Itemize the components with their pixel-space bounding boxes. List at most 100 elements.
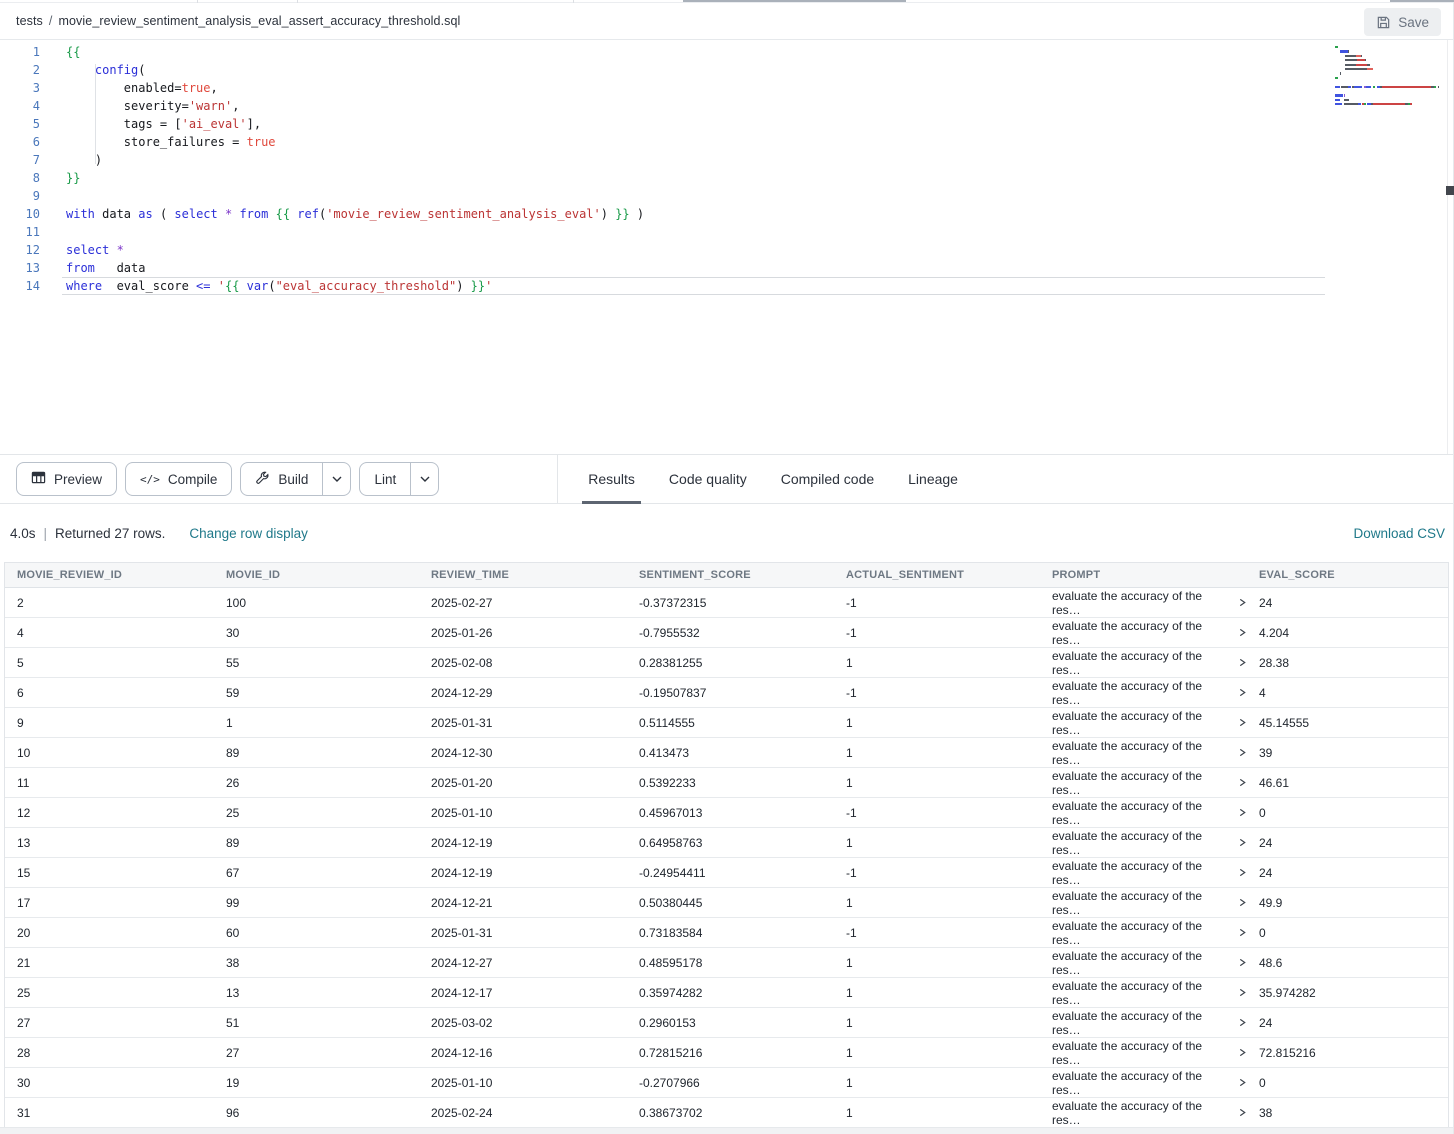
cell-review_time: 2024-12-19 xyxy=(419,858,627,887)
cell-movie_review_id: 20 xyxy=(5,918,214,947)
breadcrumb: tests/movie_review_sentiment_analysis_ev… xyxy=(16,14,460,28)
cell-eval_score: 48.6 xyxy=(1247,948,1448,977)
change-row-display-link[interactable]: Change row display xyxy=(189,526,308,541)
download-csv-link[interactable]: Download CSV xyxy=(1353,526,1445,541)
prompt-cell[interactable]: evaluate the accuracy of the res… xyxy=(1040,768,1247,797)
editor-scrollbar-thumb[interactable] xyxy=(1446,186,1454,195)
prompt-cell[interactable]: evaluate the accuracy of the res… xyxy=(1040,798,1247,827)
cell-movie_id: 26 xyxy=(214,768,419,797)
cell-movie_id: 67 xyxy=(214,858,419,887)
code-editor[interactable]: 1{{2 config(3 enabled=true,4 severity='w… xyxy=(0,40,1453,454)
prompt-cell[interactable]: evaluate the accuracy of the res… xyxy=(1040,588,1247,617)
results-table-header: MOVIE_REVIEW_IDMOVIE_IDREVIEW_TIMESENTIM… xyxy=(5,563,1448,588)
cell-movie_review_id: 11 xyxy=(5,768,214,797)
prompt-preview-text: evaluate the accuracy of the res… xyxy=(1052,919,1230,947)
expand-prompt-icon[interactable] xyxy=(1236,656,1247,670)
expand-prompt-icon[interactable] xyxy=(1236,746,1247,760)
expand-prompt-icon[interactable] xyxy=(1236,986,1247,1000)
cell-actual_sentiment: 1 xyxy=(834,1098,1040,1127)
prompt-cell[interactable]: evaluate the accuracy of the res… xyxy=(1040,1098,1247,1127)
table-row: 4302025-01-26-0.7955532-1evaluate the ac… xyxy=(5,618,1448,648)
prompt-cell[interactable]: evaluate the accuracy of the res… xyxy=(1040,1038,1247,1067)
prompt-cell[interactable]: evaluate the accuracy of the res… xyxy=(1040,918,1247,947)
table-row: 25132024-12-170.359742821evaluate the ac… xyxy=(5,978,1448,1008)
prompt-cell[interactable]: evaluate the accuracy of the res… xyxy=(1040,828,1247,857)
prompt-cell[interactable]: evaluate the accuracy of the res… xyxy=(1040,948,1247,977)
build-button-main[interactable]: Build xyxy=(241,463,322,495)
cell-review_time: 2025-01-10 xyxy=(419,1068,627,1097)
lint-button-main[interactable]: Lint xyxy=(360,463,410,495)
save-button[interactable]: Save xyxy=(1364,8,1441,36)
prompt-cell[interactable]: evaluate the accuracy of the res… xyxy=(1040,648,1247,677)
compile-label: Compile xyxy=(168,472,218,487)
cell-eval_score: 46.61 xyxy=(1247,768,1448,797)
prompt-preview-text: evaluate the accuracy of the res… xyxy=(1052,1069,1230,1097)
cell-review_time: 2025-01-10 xyxy=(419,798,627,827)
cell-eval_score: 4 xyxy=(1247,678,1448,707)
tab-compiled-code[interactable]: Compiled code xyxy=(781,455,874,503)
minimap[interactable] xyxy=(1335,46,1445,107)
dbt-ide-window: tests/movie_review_sentiment_analysis_ev… xyxy=(0,0,1454,1134)
breadcrumb-filename: movie_review_sentiment_analysis_eval_ass… xyxy=(58,14,460,28)
cell-eval_score: 24 xyxy=(1247,858,1448,887)
expand-prompt-icon[interactable] xyxy=(1236,896,1247,910)
expand-prompt-icon[interactable] xyxy=(1236,956,1247,970)
cell-actual_sentiment: 1 xyxy=(834,978,1040,1007)
lint-dropdown-chevron[interactable] xyxy=(410,463,438,495)
cell-review_time: 2024-12-17 xyxy=(419,978,627,1007)
expand-prompt-icon[interactable] xyxy=(1236,1016,1247,1030)
cell-movie_review_id: 13 xyxy=(5,828,214,857)
cell-actual_sentiment: 1 xyxy=(834,948,1040,977)
prompt-preview-text: evaluate the accuracy of the res… xyxy=(1052,769,1230,797)
expand-prompt-icon[interactable] xyxy=(1236,926,1247,940)
cell-review_time: 2025-02-27 xyxy=(419,588,627,617)
build-dropdown-chevron[interactable] xyxy=(322,463,350,495)
code-line: 9 xyxy=(0,187,1453,205)
prompt-preview-text: evaluate the accuracy of the res… xyxy=(1052,739,1230,767)
preview-button[interactable]: Preview xyxy=(16,462,117,496)
cell-eval_score: 0 xyxy=(1247,918,1448,947)
lint-button[interactable]: Lint xyxy=(359,462,439,496)
prompt-preview-text: evaluate the accuracy of the res… xyxy=(1052,589,1230,617)
code-line: 5 tags = ['ai_eval'], xyxy=(0,115,1453,133)
expand-prompt-icon[interactable] xyxy=(1236,1046,1247,1060)
prompt-cell[interactable]: evaluate the accuracy of the res… xyxy=(1040,1068,1247,1097)
table-row: 21382024-12-270.485951781evaluate the ac… xyxy=(5,948,1448,978)
prompt-preview-text: evaluate the accuracy of the res… xyxy=(1052,1039,1230,1067)
expand-prompt-icon[interactable] xyxy=(1236,806,1247,820)
expand-prompt-icon[interactable] xyxy=(1236,1076,1247,1090)
prompt-cell[interactable]: evaluate the accuracy of the res… xyxy=(1040,858,1247,887)
tabstrip-segment xyxy=(683,0,906,2)
prompt-cell[interactable]: evaluate the accuracy of the res… xyxy=(1040,678,1247,707)
prompt-cell[interactable]: evaluate the accuracy of the res… xyxy=(1040,738,1247,767)
tab-code-quality[interactable]: Code quality xyxy=(669,455,747,503)
expand-prompt-icon[interactable] xyxy=(1236,626,1247,640)
compile-button[interactable]: </> Compile xyxy=(125,462,232,496)
horizontal-scrollbar[interactable] xyxy=(0,1127,1453,1134)
expand-prompt-icon[interactable] xyxy=(1236,836,1247,850)
expand-prompt-icon[interactable] xyxy=(1236,596,1247,610)
prompt-cell[interactable]: evaluate the accuracy of the res… xyxy=(1040,888,1247,917)
tab-results[interactable]: Results xyxy=(588,455,635,503)
prompt-cell[interactable]: evaluate the accuracy of the res… xyxy=(1040,1008,1247,1037)
cell-actual_sentiment: 1 xyxy=(834,1068,1040,1097)
prompt-cell[interactable]: evaluate the accuracy of the res… xyxy=(1040,708,1247,737)
expand-prompt-icon[interactable] xyxy=(1236,1106,1247,1120)
build-button[interactable]: Build xyxy=(240,462,351,496)
table-row: 5552025-02-080.283812551evaluate the acc… xyxy=(5,648,1448,678)
expand-prompt-icon[interactable] xyxy=(1236,686,1247,700)
cell-actual_sentiment: 1 xyxy=(834,1008,1040,1037)
prompt-cell[interactable]: evaluate the accuracy of the res… xyxy=(1040,978,1247,1007)
column-header-actual_sentiment: ACTUAL_SENTIMENT xyxy=(834,563,1040,587)
cell-movie_review_id: 10 xyxy=(5,738,214,767)
tab-lineage[interactable]: Lineage xyxy=(908,455,958,503)
code-line: 2 config( xyxy=(0,61,1453,79)
column-header-movie_id: MOVIE_ID xyxy=(214,563,419,587)
cell-sentiment_score: -0.37372315 xyxy=(627,588,834,617)
prompt-cell[interactable]: evaluate the accuracy of the res… xyxy=(1040,618,1247,647)
cell-actual_sentiment: -1 xyxy=(834,678,1040,707)
expand-prompt-icon[interactable] xyxy=(1236,716,1247,730)
expand-prompt-icon[interactable] xyxy=(1236,866,1247,880)
expand-prompt-icon[interactable] xyxy=(1236,776,1247,790)
cell-eval_score: 45.14555 xyxy=(1247,708,1448,737)
